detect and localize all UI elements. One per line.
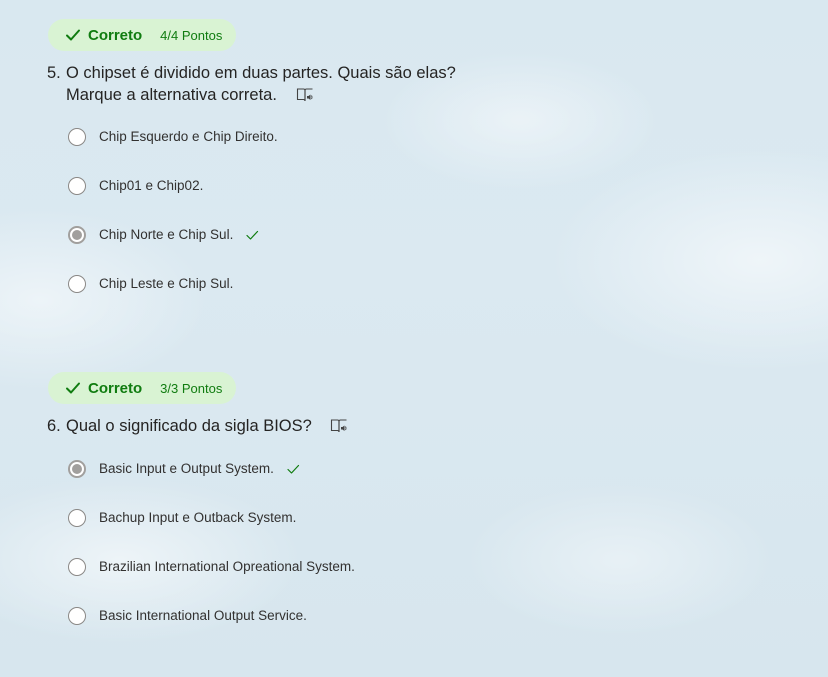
question-text-line1: O chipset é dividido em duas partes. Qua…	[66, 64, 456, 82]
option-1[interactable]: Basic Input e Output System.	[68, 458, 355, 507]
result-points: 4/4 Pontos	[160, 27, 223, 43]
radio-button[interactable]	[68, 128, 86, 146]
result-status: Correto	[88, 379, 143, 397]
question-text-line2: Marque a alternativa correta.	[66, 86, 277, 104]
option-1[interactable]: Chip Esquerdo e Chip Direito.	[68, 126, 278, 175]
immersive-reader-icon[interactable]	[330, 418, 348, 434]
option-label: Basic International Output Service.	[99, 608, 307, 623]
options-list: Chip Esquerdo e Chip Direito. Chip01 e C…	[68, 126, 278, 322]
check-icon	[66, 382, 80, 394]
option-4[interactable]: Basic International Output Service.	[68, 605, 355, 654]
option-label: Chip Norte e Chip Sul.	[99, 227, 234, 242]
question-number: 6.	[47, 417, 61, 435]
option-label: Basic Input e Output System.	[99, 461, 274, 476]
result-status: Correto	[88, 26, 143, 44]
option-label: Chip Leste e Chip Sul.	[99, 276, 234, 291]
option-label: Bachup Input e Outback System.	[99, 510, 297, 525]
radio-button[interactable]	[68, 558, 86, 576]
option-3[interactable]: Chip Norte e Chip Sul.	[68, 224, 278, 273]
radio-button[interactable]	[68, 509, 86, 527]
radio-button[interactable]	[68, 607, 86, 625]
checkmark-icon	[287, 464, 299, 474]
radio-button-selected[interactable]	[68, 460, 86, 478]
immersive-reader-icon[interactable]	[296, 87, 314, 103]
option-label: Chip01 e Chip02.	[99, 178, 204, 193]
radio-button[interactable]	[68, 177, 86, 195]
question-number: 5.	[47, 64, 61, 82]
option-label: Brazilian International Opreational Syst…	[99, 559, 355, 574]
checkmark-icon	[246, 230, 259, 240]
result-points: 3/3 Pontos	[160, 380, 223, 396]
question-title: 5. O chipset é dividido em duas partes. Q…	[47, 62, 456, 106]
question-text-line1: Qual o significado da sigla BIOS?	[66, 417, 312, 435]
option-label: Chip Esquerdo e Chip Direito.	[99, 129, 278, 144]
question-title: 6. Qual o significado da sigla BIOS?	[47, 415, 348, 437]
option-4[interactable]: Chip Leste e Chip Sul.	[68, 273, 278, 322]
result-badge: Correto 3/3 Pontos	[48, 372, 237, 404]
options-list: Basic Input e Output System. Bachup Inpu…	[68, 458, 355, 654]
option-2[interactable]: Bachup Input e Outback System.	[68, 507, 355, 556]
radio-button[interactable]	[68, 275, 86, 293]
result-badge: Correto 4/4 Pontos	[48, 19, 237, 51]
option-2[interactable]: Chip01 e Chip02.	[68, 175, 278, 224]
check-icon	[66, 29, 80, 41]
option-3[interactable]: Brazilian International Opreational Syst…	[68, 556, 355, 605]
radio-button-selected[interactable]	[68, 226, 86, 244]
